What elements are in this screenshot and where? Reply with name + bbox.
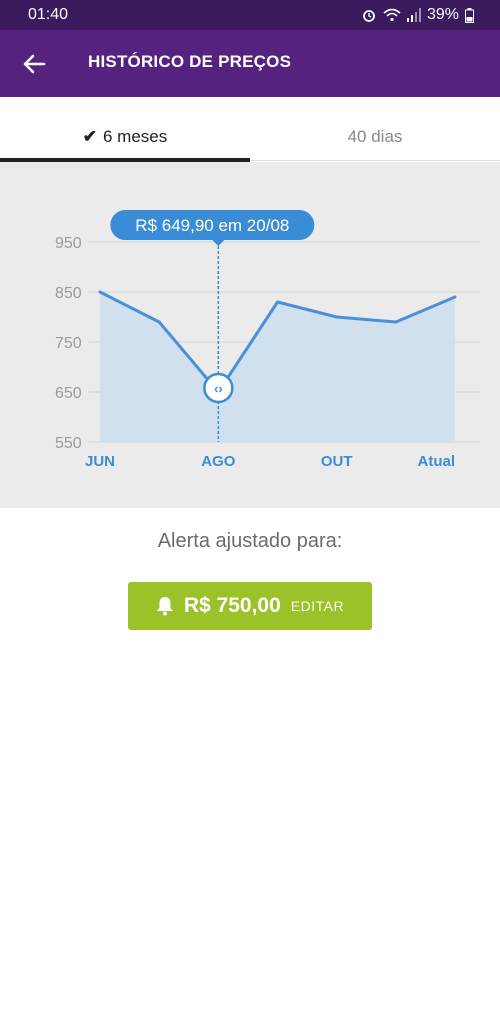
bell-icon xyxy=(156,597,173,616)
wifi-icon xyxy=(383,8,401,22)
battery-percent: 39% xyxy=(426,6,459,23)
alert-price: R$ 750,00 xyxy=(183,594,281,617)
y-tick-label: 550 xyxy=(55,435,82,452)
y-tick-label: 750 xyxy=(55,335,82,352)
tab-6-meses[interactable]: ✔ 6 meses xyxy=(0,97,250,159)
tooltip-text: R$ 649,90 em 20/08 xyxy=(135,216,289,235)
data-point xyxy=(335,315,339,319)
data-point xyxy=(276,300,279,304)
alert-label: Alerta ajustado para: xyxy=(157,530,343,552)
y-tick-label: 850 xyxy=(55,285,82,302)
status-bar: 01:40 39% xyxy=(0,0,500,30)
tab-40-dias[interactable]: 40 dias xyxy=(250,97,500,159)
data-point xyxy=(98,290,102,294)
data-point xyxy=(157,320,161,324)
status-icons xyxy=(361,7,421,23)
app-bar: HISTÓRICO DE PREÇOS xyxy=(0,30,500,97)
tab-label: 6 meses xyxy=(103,127,168,146)
tooltip-pointer xyxy=(212,240,225,246)
price-area xyxy=(100,292,455,442)
data-point xyxy=(394,320,398,324)
arrow-left-icon xyxy=(23,54,46,74)
edit-button[interactable]: EDITAR xyxy=(291,598,344,614)
signal-icon xyxy=(406,8,421,22)
period-tabs: ✔ 6 meses 40 dias xyxy=(0,97,500,162)
battery-icon xyxy=(465,7,474,23)
price-chart: 950 850 750 650 550 JUN AGO OUT Atual ‹› R$ 649,9… xyxy=(0,162,500,508)
tab-divider xyxy=(250,160,500,161)
tab-label: 40 dias xyxy=(347,127,403,146)
x-tick-label: OUT xyxy=(321,453,353,470)
back-button[interactable] xyxy=(18,48,50,80)
check-icon: ✔ xyxy=(82,127,97,146)
page-title: HISTÓRICO DE PREÇOS xyxy=(88,52,292,71)
x-tick-label: AGO xyxy=(201,453,236,470)
price-alert-button[interactable]: R$ 750,00 EDITAR xyxy=(128,582,372,630)
status-right: 39% xyxy=(361,6,474,24)
x-tick-label: JUN xyxy=(85,453,115,470)
price-chart-svg[interactable]: 950 850 750 650 550JUN AGO OUT Atual ‹› R$ 649,9… xyxy=(0,162,500,508)
alarm-icon xyxy=(363,10,375,22)
drag-handle-icon: ‹› xyxy=(214,381,223,396)
x-tick-label: Atual xyxy=(418,453,456,470)
y-tick-label: 650 xyxy=(55,385,82,402)
data-point xyxy=(453,295,457,299)
status-time: 01:40 xyxy=(28,6,69,23)
y-tick-label: 950 xyxy=(55,235,82,252)
